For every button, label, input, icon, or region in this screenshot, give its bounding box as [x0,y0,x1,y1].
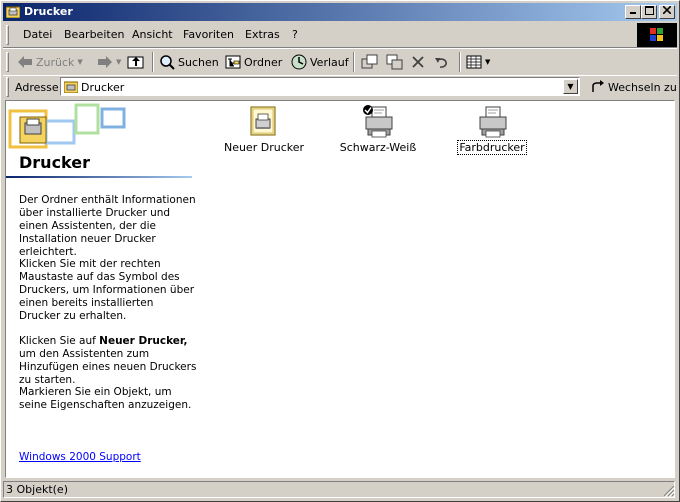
address-bar: Adresse Drucker ▼ Wechseln zu [3,75,677,99]
toolbar-separator [459,52,461,72]
address-grip[interactable] [6,77,9,97]
move-to-icon [361,54,378,69]
item-neuer-drucker[interactable]: Neuer Drucker [214,105,314,154]
menu-favoriten[interactable]: Favoriten [183,28,234,41]
copy-to-icon [386,54,403,70]
menu-datei[interactable]: Datei [23,28,52,41]
menu-bar: Datei Bearbeiten Ansicht Favoriten Extra… [3,23,677,48]
views-dropdown-icon[interactable]: ▼ [485,58,490,66]
forward-button[interactable]: ▼ [97,52,121,72]
info-paragraph-2: Klicken Sie mit der rechten Maustaste au… [19,258,195,322]
menu-grip[interactable] [6,25,9,45]
status-text: 3 Objekt(e) [3,481,675,498]
printer-folder-icon [6,6,20,18]
address-value: Drucker [81,81,125,94]
new-printer-bold: Neuer Drucker, [99,335,188,347]
title-bar[interactable]: Drucker [3,3,677,21]
windows-flag-icon [650,28,663,41]
menu-extras[interactable]: Extras [245,28,280,41]
copy-to-button[interactable] [386,52,404,72]
minimize-button[interactable] [625,5,641,19]
folders-label: Ordner [244,55,283,69]
history-label: Verlauf [310,55,349,69]
back-label: Zurück [36,55,75,69]
menu-help[interactable]: ? [292,28,298,41]
info-paragraph-4: Markieren Sie ein Objekt, um seine Eigen… [19,386,192,411]
toolbar-grip[interactable] [6,52,9,72]
up-folder-icon [127,56,144,69]
delete-button[interactable] [411,52,425,72]
address-label: Adresse [15,81,59,94]
folders-icon [225,55,241,69]
info-paragraph-3-text: Klicken Sie auf [19,335,100,347]
search-icon [160,55,175,70]
address-dropdown-button[interactable]: ▼ [563,79,578,94]
info-paragraph-1: Der Ordner enthält Informationen über in… [19,194,196,258]
move-to-button[interactable] [361,52,379,72]
title-underline [6,176,192,178]
folder-title: Drucker [19,153,90,172]
add-printer-icon [250,106,276,136]
explorer-window: Drucker Datei Bearbeiten Ansicht Favorit… [0,0,680,502]
folders-button[interactable]: Ordner [225,52,282,72]
item-label: Neuer Drucker [223,141,305,154]
windows-support-link[interactable]: Windows 2000 Support [19,451,141,463]
item-schwarz-weiss[interactable]: Schwarz-Weiß [328,105,428,154]
item-label: Farbdrucker [457,140,527,155]
menu-bearbeiten[interactable]: Bearbeiten [64,28,124,41]
search-label: Suchen [178,55,219,69]
history-button[interactable]: Verlauf [291,52,349,72]
info-paragraph-3-tail: um den Assistenten zum Hinzufügen eines … [19,348,197,386]
maximize-button[interactable] [641,5,657,19]
back-button[interactable]: Zurück ▼ [17,52,83,72]
go-label: Wechseln zu [608,80,677,94]
toolbar-separator [353,52,355,72]
undo-icon [435,58,447,68]
undo-button[interactable] [434,52,450,72]
resize-grip-icon[interactable] [663,485,675,497]
menu-ansicht[interactable]: Ansicht [132,28,173,41]
address-input[interactable]: Drucker ▼ [60,77,580,96]
search-button[interactable]: Suchen [159,52,219,72]
views-button[interactable]: ▼ [466,52,490,72]
forward-dropdown-icon[interactable]: ▼ [116,58,121,66]
window-title: Drucker [24,5,73,18]
default-printer-icon [363,105,393,138]
folder-banner-graphic [8,103,126,149]
standard-toolbar: Zurück ▼ ▼ Suchen Ordner Verlauf ▼ [3,48,677,76]
forward-arrow-icon [98,56,112,68]
back-arrow-icon [18,56,32,68]
toolbar-separator [152,52,154,72]
info-paragraph-3: Klicken Sie auf Neuer Drucker, um den As… [19,335,197,387]
back-dropdown-icon[interactable]: ▼ [77,58,82,66]
views-icon [466,55,482,69]
maximize-icon [644,6,654,15]
windows-logo [637,23,677,47]
item-label: Schwarz-Weiß [339,141,417,154]
minimize-icon [630,12,636,14]
delete-icon [412,56,424,68]
webview-info-pane: Drucker Der Ordner enthält Informationen… [6,101,197,477]
history-icon [291,54,307,70]
status-bar: 3 Objekt(e) [3,481,677,499]
up-button[interactable] [127,52,145,72]
printer-icon [479,106,507,138]
printer-folder-icon [64,81,78,93]
close-icon [662,5,672,15]
folder-view: Drucker Der Ordner enthält Informationen… [5,100,675,478]
go-button[interactable]: Wechseln zu [591,78,677,96]
item-farbdrucker[interactable]: Farbdrucker [442,105,542,155]
close-button[interactable] [659,5,675,19]
go-arrow-icon [592,80,604,92]
